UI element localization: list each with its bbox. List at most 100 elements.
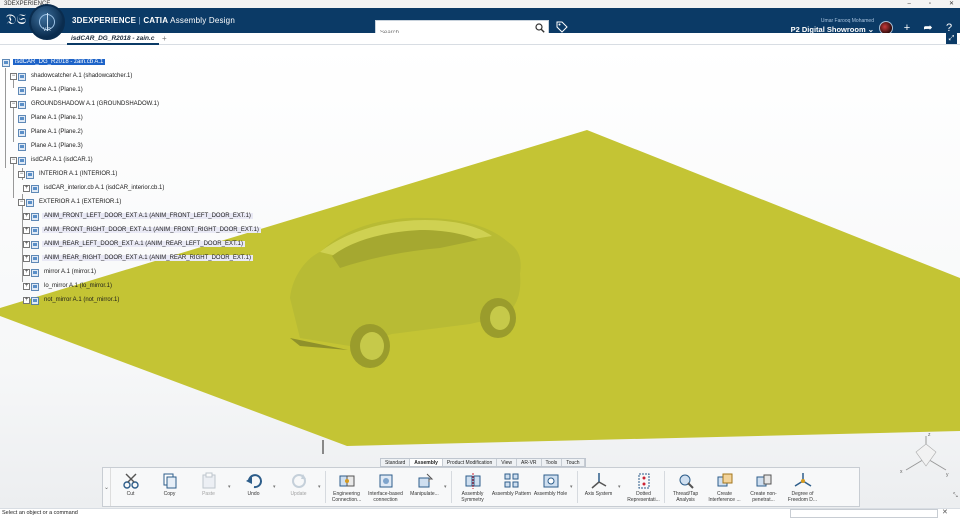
tree-node[interactable]: + not_mirror A.1 (not_mirror.1) bbox=[23, 294, 121, 306]
expand-toggle-icon[interactable]: + bbox=[23, 212, 30, 220]
tree-node[interactable]: + ANIM_FRONT_LEFT_DOOR_EXT A.1 (ANIM_FRON… bbox=[23, 210, 253, 222]
product-node-icon bbox=[31, 296, 39, 305]
tree-node-label: Plane A.1 (Plane.2) bbox=[31, 129, 83, 135]
tab-standard[interactable]: Standard bbox=[381, 459, 411, 466]
expand-toggle-icon[interactable]: + bbox=[23, 240, 30, 248]
paste-button[interactable]: Paste bbox=[189, 468, 228, 506]
assembly-hole-button[interactable]: Assembly Hole bbox=[531, 468, 570, 506]
tree-node[interactable]: − shadowcatcher A.1 (shadowcatcher.1) bbox=[10, 70, 134, 82]
tree-node[interactable]: − isdCAR A.1 (isdCAR.1) bbox=[10, 154, 95, 166]
assembly-symmetry-button[interactable]: Assembly Symmetry bbox=[453, 468, 492, 506]
toolbar-button-label: Manipulate... bbox=[410, 491, 439, 497]
tab-touch[interactable]: Touch bbox=[562, 459, 585, 466]
maximize-icon[interactable]: ▫ bbox=[929, 0, 931, 8]
collapse-toggle-icon[interactable]: − bbox=[18, 198, 25, 206]
degree-of-freedom-d-button[interactable]: Degree of Freedom D... bbox=[783, 468, 822, 506]
assembly-pattern-icon bbox=[504, 473, 518, 488]
tab-view[interactable]: View bbox=[497, 459, 517, 466]
tree-node[interactable]: − INTERIOR A.1 (INTERIOR.1) bbox=[18, 168, 119, 180]
robot-axis-icon[interactable]: z x y bbox=[896, 430, 956, 480]
ds-logo-icon[interactable]: 𝔇𝔖 bbox=[6, 12, 26, 28]
tree-node[interactable]: + isdCAR_interior.cb A.1 (isdCAR_interior… bbox=[23, 182, 166, 194]
update-button[interactable]: Update bbox=[279, 468, 318, 506]
toolbar-button-label: Assembly Symmetry bbox=[461, 491, 484, 503]
tree-node-label: Plane A.1 (Plane.1) bbox=[31, 115, 83, 121]
collapse-toggle-icon[interactable]: − bbox=[10, 156, 17, 164]
undo-button[interactable]: Undo bbox=[234, 468, 273, 506]
dropdown-arrow-icon[interactable]: ▾ bbox=[570, 468, 576, 506]
compass-icon[interactable]: V.R bbox=[29, 4, 65, 40]
tree-node[interactable]: isdCAR_DG_R2018 - zain.cb A.1 bbox=[2, 56, 106, 68]
tab-document[interactable]: isdCAR_DG_R2018 - zain.c bbox=[67, 33, 159, 45]
expand-toggle-icon[interactable]: + bbox=[23, 226, 30, 234]
thread-tap-analysis-button[interactable]: Thread/Tap Analysis bbox=[666, 468, 705, 506]
tab-assembly[interactable]: Assembly bbox=[410, 459, 443, 466]
tree-node[interactable]: − EXTERIOR A.1 (EXTERIOR.1) bbox=[18, 196, 123, 208]
collapse-toggle-icon[interactable]: − bbox=[18, 170, 25, 178]
product-node-icon bbox=[31, 282, 39, 291]
tree-node[interactable]: + lo_mirror A.1 (lo_mirror.1) bbox=[23, 280, 114, 292]
undo-icon bbox=[245, 474, 262, 489]
add-tab-button[interactable]: + bbox=[162, 33, 167, 44]
engineering-connection-button[interactable]: Engineering Connection... bbox=[327, 468, 366, 506]
toolbar-button-label: Engineering Connection... bbox=[331, 491, 362, 503]
tree-node[interactable]: Plane A.1 (Plane.1) bbox=[18, 84, 85, 96]
tree-node[interactable]: + ANIM_FRONT_RIGHT_DOOR_EXT A.1 (ANIM_FRO… bbox=[23, 224, 261, 236]
product-node-icon bbox=[2, 58, 10, 67]
tree-node[interactable]: + ANIM_REAR_RIGHT_DOOR_EXT A.1 (ANIM_REAR… bbox=[23, 252, 253, 264]
search-icon[interactable] bbox=[535, 23, 545, 33]
tree-node[interactable]: Plane A.1 (Plane.2) bbox=[18, 126, 85, 138]
tag-icon[interactable] bbox=[556, 21, 568, 33]
axis-system-button[interactable]: Axis System bbox=[579, 468, 618, 506]
minimize-icon[interactable]: – bbox=[907, 0, 910, 8]
action-bar: ⌄ Cut Copy Paste ▾ Undo ▾ Update ▾ Engineering Co… bbox=[102, 467, 860, 507]
expand-toggle-icon[interactable]: + bbox=[23, 268, 30, 276]
resize-grip-icon[interactable]: ⤡ bbox=[953, 493, 958, 500]
dotted-representation-icon bbox=[638, 473, 649, 489]
dotted-representati-button[interactable]: Dotted Representati... bbox=[624, 468, 663, 506]
tree-node[interactable]: − GROUNDSHADOW A.1 (GROUNDSHADOW.1) bbox=[10, 98, 161, 110]
ground-plane bbox=[0, 130, 960, 446]
toolbar-button-label: Update bbox=[290, 491, 307, 497]
tree-node[interactable]: + ANIM_REAR_LEFT_DOOR_EXT A.1 (ANIM_REAR_… bbox=[23, 238, 245, 250]
manipulate-icon bbox=[418, 473, 433, 488]
tree-node-label: EXTERIOR A.1 (EXTERIOR.1) bbox=[39, 199, 122, 205]
create-interference-button[interactable]: Create Interference ... bbox=[705, 468, 744, 506]
tree-node-label: ANIM_REAR_LEFT_DOOR_EXT A.1 (ANIM_REAR_L… bbox=[42, 241, 245, 247]
tree-node[interactable]: + mirror A.1 (mirror.1) bbox=[23, 266, 98, 278]
close-icon[interactable]: ✕ bbox=[942, 508, 948, 518]
create-non-penetrat-button[interactable]: Create non-penetrat... bbox=[744, 468, 783, 506]
chevron-down-icon[interactable]: ⌄ bbox=[103, 468, 111, 506]
cut-button[interactable]: Cut bbox=[111, 468, 150, 506]
tab-tools[interactable]: Tools bbox=[542, 459, 563, 466]
toolbar-separator bbox=[577, 471, 578, 503]
copy-button[interactable]: Copy bbox=[150, 468, 189, 506]
toolbar-button-label: Paste bbox=[202, 491, 215, 497]
3d-viewport[interactable]: isdCAR_DG_R2018 - zain.cb A.1 − shadowcatc… bbox=[0, 46, 960, 508]
expand-toggle-icon[interactable]: + bbox=[23, 296, 30, 304]
app-brand-title: 3DEXPERIENCE | CATIA Assembly Design bbox=[72, 16, 235, 25]
interface-based-connection-button[interactable]: Interface-based connection bbox=[366, 468, 405, 506]
collapse-toggle-icon[interactable]: − bbox=[10, 100, 17, 108]
tree-node-label: lo_mirror A.1 (lo_mirror.1) bbox=[44, 283, 113, 289]
expand-toggle-icon[interactable]: + bbox=[23, 254, 30, 262]
expand-toggle-icon[interactable]: + bbox=[23, 184, 30, 192]
tab-ar-vr[interactable]: AR-VR bbox=[517, 459, 542, 466]
status-message: Select an object or a command bbox=[2, 510, 78, 516]
manipulate-button[interactable]: Manipulate... bbox=[405, 468, 444, 506]
expand-icon[interactable]: ⤢ bbox=[946, 33, 957, 44]
tree-node-label: GROUNDSHADOW A.1 (GROUNDSHADOW.1) bbox=[31, 101, 160, 107]
dropdown-arrow-icon[interactable]: ▾ bbox=[318, 468, 324, 506]
toolbar-button-label: Thread/Tap Analysis bbox=[672, 491, 699, 503]
user-menu[interactable]: Umar Farooq Mohamed P2 Digital Showroom … bbox=[770, 18, 874, 34]
tree-node[interactable]: Plane A.1 (Plane.1) bbox=[18, 112, 85, 124]
tree-scroll-handle[interactable] bbox=[322, 440, 324, 454]
dropdown-arrow-icon[interactable]: ▾ bbox=[444, 468, 450, 506]
expand-toggle-icon[interactable]: + bbox=[23, 282, 30, 290]
close-window-icon[interactable]: ✕ bbox=[949, 0, 954, 8]
collapse-toggle-icon[interactable]: − bbox=[10, 72, 17, 80]
power-input-field[interactable] bbox=[790, 509, 938, 518]
tab-product-modification[interactable]: Product Modification bbox=[443, 459, 498, 466]
tree-node[interactable]: Plane A.1 (Plane.3) bbox=[18, 140, 85, 152]
assembly-pattern-button[interactable]: Assembly Pattern bbox=[492, 468, 531, 506]
